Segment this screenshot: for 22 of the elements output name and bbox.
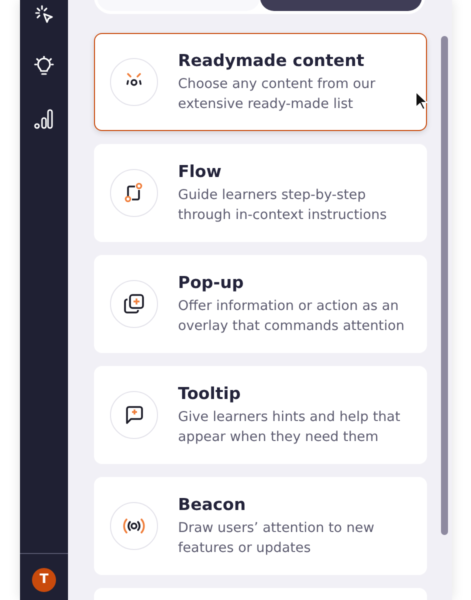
- card-title: Tooltip: [178, 383, 242, 405]
- cursor-click-icon[interactable]: [33, 4, 55, 26]
- content-type-card[interactable]: Pop-up Offer information or action as an overlay that commands attention: [94, 255, 427, 353]
- card-title: Flow: [178, 161, 223, 183]
- mouse-cursor-icon: [415, 91, 429, 111]
- content-type-card[interactable]: Readymade content Choose any content from our extensive ready-made list: [94, 33, 427, 131]
- card-title: Pop-up: [178, 272, 245, 294]
- content-type-card[interactable]: Flow Guide learners step-by-step through in-context instructions: [94, 144, 427, 242]
- card-description: Offer information or action as an overlay that commands attention: [178, 296, 406, 336]
- user-avatar[interactable]: T: [32, 568, 56, 592]
- card-description: Draw users’ attention to new features or updates: [178, 518, 376, 558]
- card-description: Give learners hints and help that appear when they need them: [178, 408, 402, 447]
- content-type-card[interactable]: Beacon Draw users’ attention to new features or updates: [94, 477, 427, 575]
- bar-chart-icon[interactable]: [33, 108, 55, 130]
- card-title: Readymade content: [178, 50, 366, 72]
- card-description: Guide learners step-by-step through in-context instructions: [178, 186, 388, 225]
- card-description: Choose any content from our extensive ready-made list: [178, 74, 376, 114]
- card-title: Beacon: [178, 494, 247, 516]
- lightbulb-icon[interactable]: [33, 56, 55, 78]
- scrollbar-thumb[interactable]: [441, 36, 448, 535]
- content-type-card[interactable]: Tooltip Give learners hints and help that appear when they need them: [94, 366, 427, 464]
- popup-icon: [122, 292, 146, 316]
